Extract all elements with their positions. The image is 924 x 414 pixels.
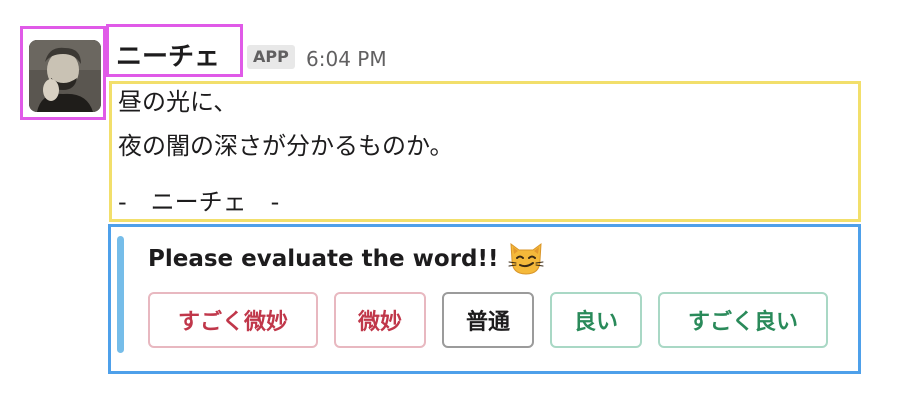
smirk-cat-emoji-icon	[506, 238, 546, 278]
sender-name[interactable]: ニーチェ	[116, 40, 220, 74]
rate-subtle-button[interactable]: 微妙	[334, 292, 426, 348]
rate-very-good-button[interactable]: すごく良い	[658, 292, 828, 348]
attachment-title: Please evaluate the word!!	[148, 246, 499, 272]
attachment-accent-bar	[117, 236, 124, 353]
portrait-image	[29, 40, 101, 112]
message-line: 昼の光に、	[118, 88, 238, 116]
app-badge: APP	[247, 45, 295, 69]
rate-normal-button[interactable]: 普通	[442, 292, 534, 348]
timestamp[interactable]: 6:04 PM	[306, 45, 387, 73]
rate-good-button[interactable]: 良い	[550, 292, 642, 348]
message-line: - ニーチェ -	[118, 188, 280, 216]
rate-very-subtle-button[interactable]: すごく微妙	[148, 292, 318, 348]
message-line: 夜の闇の深さが分かるものか。	[118, 132, 454, 160]
avatar[interactable]	[29, 40, 101, 112]
